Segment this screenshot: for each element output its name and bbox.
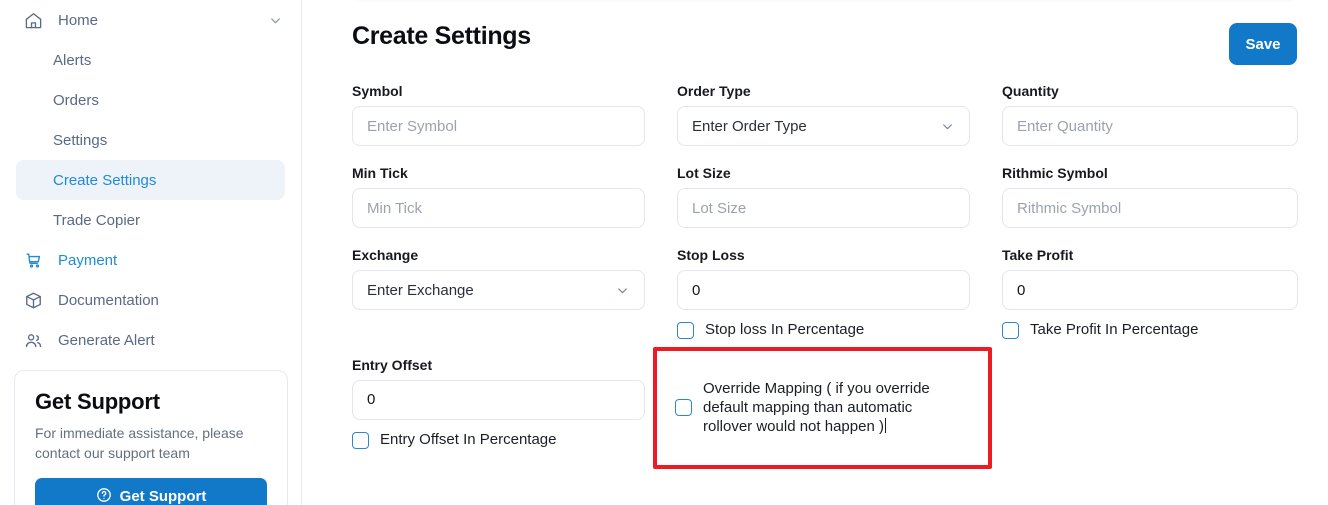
get-support-text: For immediate assistance, please contact…	[35, 425, 244, 462]
override-mapping-annotation-box: Override Mapping ( if you override defau…	[653, 346, 992, 469]
min-tick-input[interactable]	[352, 188, 645, 228]
shopping-cart-icon	[22, 249, 44, 271]
field-min-tick-label: Min Tick	[352, 165, 408, 181]
text-cursor	[884, 418, 886, 434]
override-mapping-checkbox[interactable]	[675, 399, 692, 417]
page-title: Create Settings	[352, 22, 531, 50]
sidebar-nav: Home Alerts Orders Settings Create Setti…	[0, 0, 301, 360]
lot-size-input[interactable]	[677, 188, 970, 228]
sidebar-item-alerts[interactable]: Alerts	[16, 40, 285, 80]
sidebar-item-payment-label: Payment	[58, 251, 118, 269]
field-exchange: Exchange Enter Exchange	[352, 247, 645, 340]
override-mapping-row: Override Mapping ( if you override defau…	[675, 379, 953, 437]
field-symbol: Symbol	[352, 83, 645, 146]
field-lot-size: Lot Size	[677, 165, 970, 228]
form-row-3: Exchange Enter Exchange Stop Loss Stop l…	[352, 247, 1298, 340]
sidebar-item-orders[interactable]: Orders	[16, 80, 285, 120]
field-rithmic-symbol-label: Rithmic Symbol	[1002, 165, 1108, 181]
red-highlight-box: Override Mapping ( if you override defau…	[653, 346, 992, 469]
field-lot-size-label: Lot Size	[677, 165, 731, 181]
sidebar-item-create-settings[interactable]: Create Settings	[16, 160, 285, 200]
form-row-1: Symbol Order Type Enter Order Type Quant…	[352, 83, 1298, 146]
exchange-selected-value: Enter Exchange	[367, 281, 474, 299]
field-entry-offset-label: Entry Offset	[352, 356, 433, 373]
exchange-select[interactable]: Enter Exchange	[352, 270, 645, 310]
app-root: Home Alerts Orders Settings Create Setti…	[0, 0, 1328, 505]
field-exchange-label: Exchange	[352, 247, 419, 263]
order-type-select[interactable]: Enter Order Type	[677, 106, 970, 146]
empty-cell	[1002, 357, 1298, 469]
sidebar-item-alerts-label: Alerts	[53, 51, 92, 69]
package-box-icon	[22, 289, 44, 311]
sidebar-item-generate-alert-label: Generate Alert	[58, 331, 155, 349]
field-take-profit-label: Take Profit	[1002, 247, 1074, 263]
field-stop-loss-label: Stop Loss	[677, 247, 745, 263]
sidebar-item-settings[interactable]: Settings	[16, 120, 285, 160]
sidebar: Home Alerts Orders Settings Create Setti…	[0, 0, 302, 505]
entry-offset-percentage-label: Entry Offset In Percentage	[380, 430, 557, 448]
take-profit-percentage-checkbox[interactable]	[1002, 321, 1019, 339]
get-support-button[interactable]: Get Support	[35, 477, 267, 505]
header-strip	[352, 0, 1298, 2]
save-button[interactable]: Save	[1229, 23, 1297, 65]
page-header: Create Settings Save	[352, 0, 1298, 65]
form-row-2: Min Tick Lot Size Rithmic Symbol	[352, 165, 1298, 228]
help-circle-icon	[96, 487, 112, 505]
stop-loss-percentage-label: Stop loss In Percentage	[705, 321, 865, 338]
get-support-button-label: Get Support	[119, 488, 207, 505]
chevron-down-icon	[615, 283, 630, 298]
sidebar-item-documentation-label: Documentation	[58, 291, 159, 309]
sidebar-item-create-settings-label: Create Settings	[53, 171, 157, 189]
entry-offset-percentage-checkbox[interactable]	[352, 431, 369, 449]
main-content: Create Settings Save Symbol Order Type E…	[302, 0, 1328, 505]
get-support-title: Get Support	[35, 389, 160, 414]
sidebar-item-settings-label: Settings	[53, 131, 108, 149]
stop-loss-percentage-checkbox[interactable]	[677, 321, 694, 339]
quantity-input[interactable]	[1002, 106, 1298, 146]
stop-loss-input[interactable]	[677, 270, 970, 310]
take-profit-percentage-row: Take Profit In Percentage	[1002, 321, 1298, 340]
field-symbol-label: Symbol	[352, 83, 403, 99]
chevron-down-icon[interactable]	[268, 13, 283, 28]
field-quantity-label: Quantity	[1002, 83, 1059, 99]
sidebar-item-payment[interactable]: Payment	[0, 240, 301, 280]
sidebar-item-generate-alert[interactable]: Generate Alert	[0, 320, 301, 360]
home-icon	[22, 9, 44, 31]
get-support-card: Get Support For immediate assistance, pl…	[14, 370, 288, 505]
sidebar-submenu: Alerts Orders Settings Create Settings T…	[0, 40, 301, 240]
override-mapping-label: Override Mapping ( if you override defau…	[703, 379, 953, 437]
chevron-down-icon	[940, 119, 955, 134]
field-rithmic-symbol: Rithmic Symbol	[1002, 165, 1298, 228]
take-profit-percentage-label: Take Profit In Percentage	[1030, 321, 1199, 338]
field-entry-offset: Entry Offset Entry Offset In Percentage	[352, 357, 645, 469]
users-icon	[22, 329, 44, 351]
symbol-input[interactable]	[352, 106, 645, 146]
order-type-selected-value: Enter Order Type	[692, 117, 807, 135]
sidebar-item-home-label: Home	[58, 11, 99, 29]
field-stop-loss: Stop Loss Stop loss In Percentage	[677, 247, 970, 340]
field-take-profit: Take Profit Take Profit In Percentage	[1002, 247, 1298, 340]
field-order-type-label: Order Type	[677, 83, 751, 99]
form-row-4: Entry Offset Entry Offset In Percentage …	[352, 346, 1298, 469]
take-profit-input[interactable]	[1002, 270, 1298, 310]
sidebar-item-trade-copier[interactable]: Trade Copier	[16, 200, 285, 240]
sidebar-item-documentation[interactable]: Documentation	[0, 280, 301, 320]
field-order-type: Order Type Enter Order Type	[677, 83, 970, 146]
sidebar-item-orders-label: Orders	[53, 91, 99, 109]
sidebar-item-trade-copier-label: Trade Copier	[53, 211, 140, 229]
field-min-tick: Min Tick	[352, 165, 645, 228]
field-quantity: Quantity	[1002, 83, 1298, 146]
entry-offset-input[interactable]	[352, 379, 645, 420]
stop-loss-percentage-row: Stop loss In Percentage	[677, 321, 970, 340]
entry-offset-percentage-row: Entry Offset In Percentage	[352, 431, 645, 450]
override-mapping-text: Override Mapping ( if you override defau…	[703, 379, 930, 436]
rithmic-symbol-input[interactable]	[1002, 188, 1298, 228]
sidebar-item-home[interactable]: Home	[0, 0, 301, 40]
